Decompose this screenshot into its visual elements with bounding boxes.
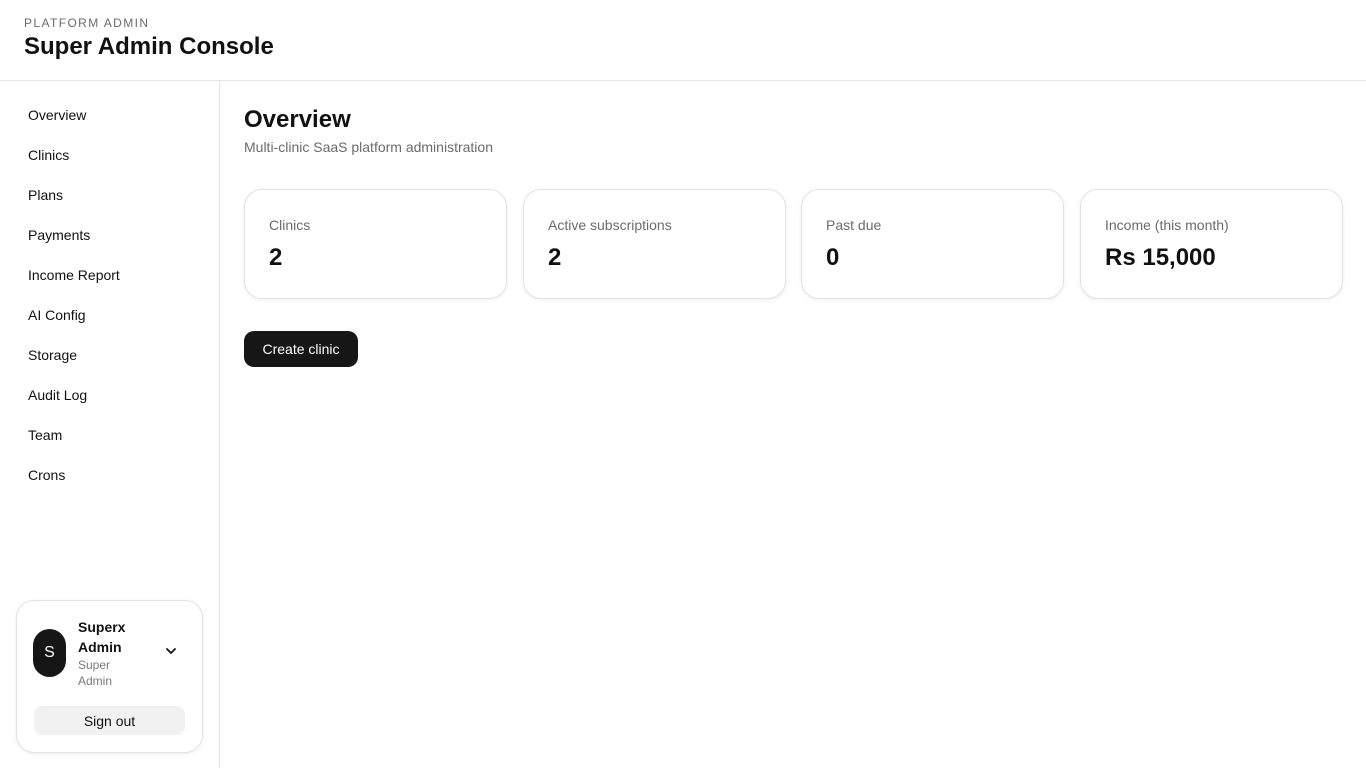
sidebar-item-storage[interactable]: Storage <box>0 335 219 375</box>
sidebar-item-audit-log[interactable]: Audit Log <box>0 375 219 415</box>
stat-card-income: Income (this month) Rs 15,000 <box>1080 189 1343 299</box>
avatar: S <box>33 629 66 677</box>
chevron-down-icon[interactable] <box>163 643 179 659</box>
sidebar-item-plans[interactable]: Plans <box>0 175 219 215</box>
page-title: Overview <box>244 106 351 133</box>
create-clinic-button[interactable]: Create clinic <box>244 331 358 367</box>
stat-label: Past due <box>826 217 882 233</box>
sidebar-item-clinics[interactable]: Clinics <box>0 135 219 175</box>
user-card: S Superx Admin Super Admin Sign out <box>16 600 203 753</box>
sign-out-button[interactable]: Sign out <box>34 706 185 735</box>
sidebar-item-team[interactable]: Team <box>0 415 219 455</box>
sidebar-item-overview[interactable]: Overview <box>0 95 219 135</box>
sidebar-item-crons[interactable]: Crons <box>0 455 219 495</box>
user-name: Superx Admin <box>78 619 126 655</box>
top-header: PLATFORM ADMIN Super Admin Console <box>0 0 1366 81</box>
stat-value: 0 <box>826 244 840 271</box>
page-subtitle: Multi-clinic SaaS platform administratio… <box>244 139 493 155</box>
stat-value: 2 <box>548 244 562 271</box>
stat-label: Income (this month) <box>1105 217 1229 233</box>
sidebar-item-payments[interactable]: Payments <box>0 215 219 255</box>
header-eyebrow: PLATFORM ADMIN <box>24 16 150 30</box>
stat-card-clinics: Clinics 2 <box>244 189 507 299</box>
stat-label: Active subscriptions <box>548 217 672 233</box>
stat-card-active-subscriptions: Active subscriptions 2 <box>523 189 786 299</box>
stat-value: Rs 15,000 <box>1105 244 1216 271</box>
sidebar-item-income-report[interactable]: Income Report <box>0 255 219 295</box>
main-content: Overview Multi-clinic SaaS platform admi… <box>220 81 1366 768</box>
stat-label: Clinics <box>269 217 311 233</box>
user-role: Super Admin <box>78 658 113 688</box>
stat-card-past-due: Past due 0 <box>801 189 1064 299</box>
stat-value: 2 <box>269 244 283 271</box>
sidebar: Overview Clinics Plans Payments Income R… <box>0 81 220 768</box>
app-title: Super Admin Console <box>24 33 274 60</box>
sidebar-nav: Overview Clinics Plans Payments Income R… <box>0 95 219 495</box>
sidebar-item-ai-config[interactable]: AI Config <box>0 295 219 335</box>
